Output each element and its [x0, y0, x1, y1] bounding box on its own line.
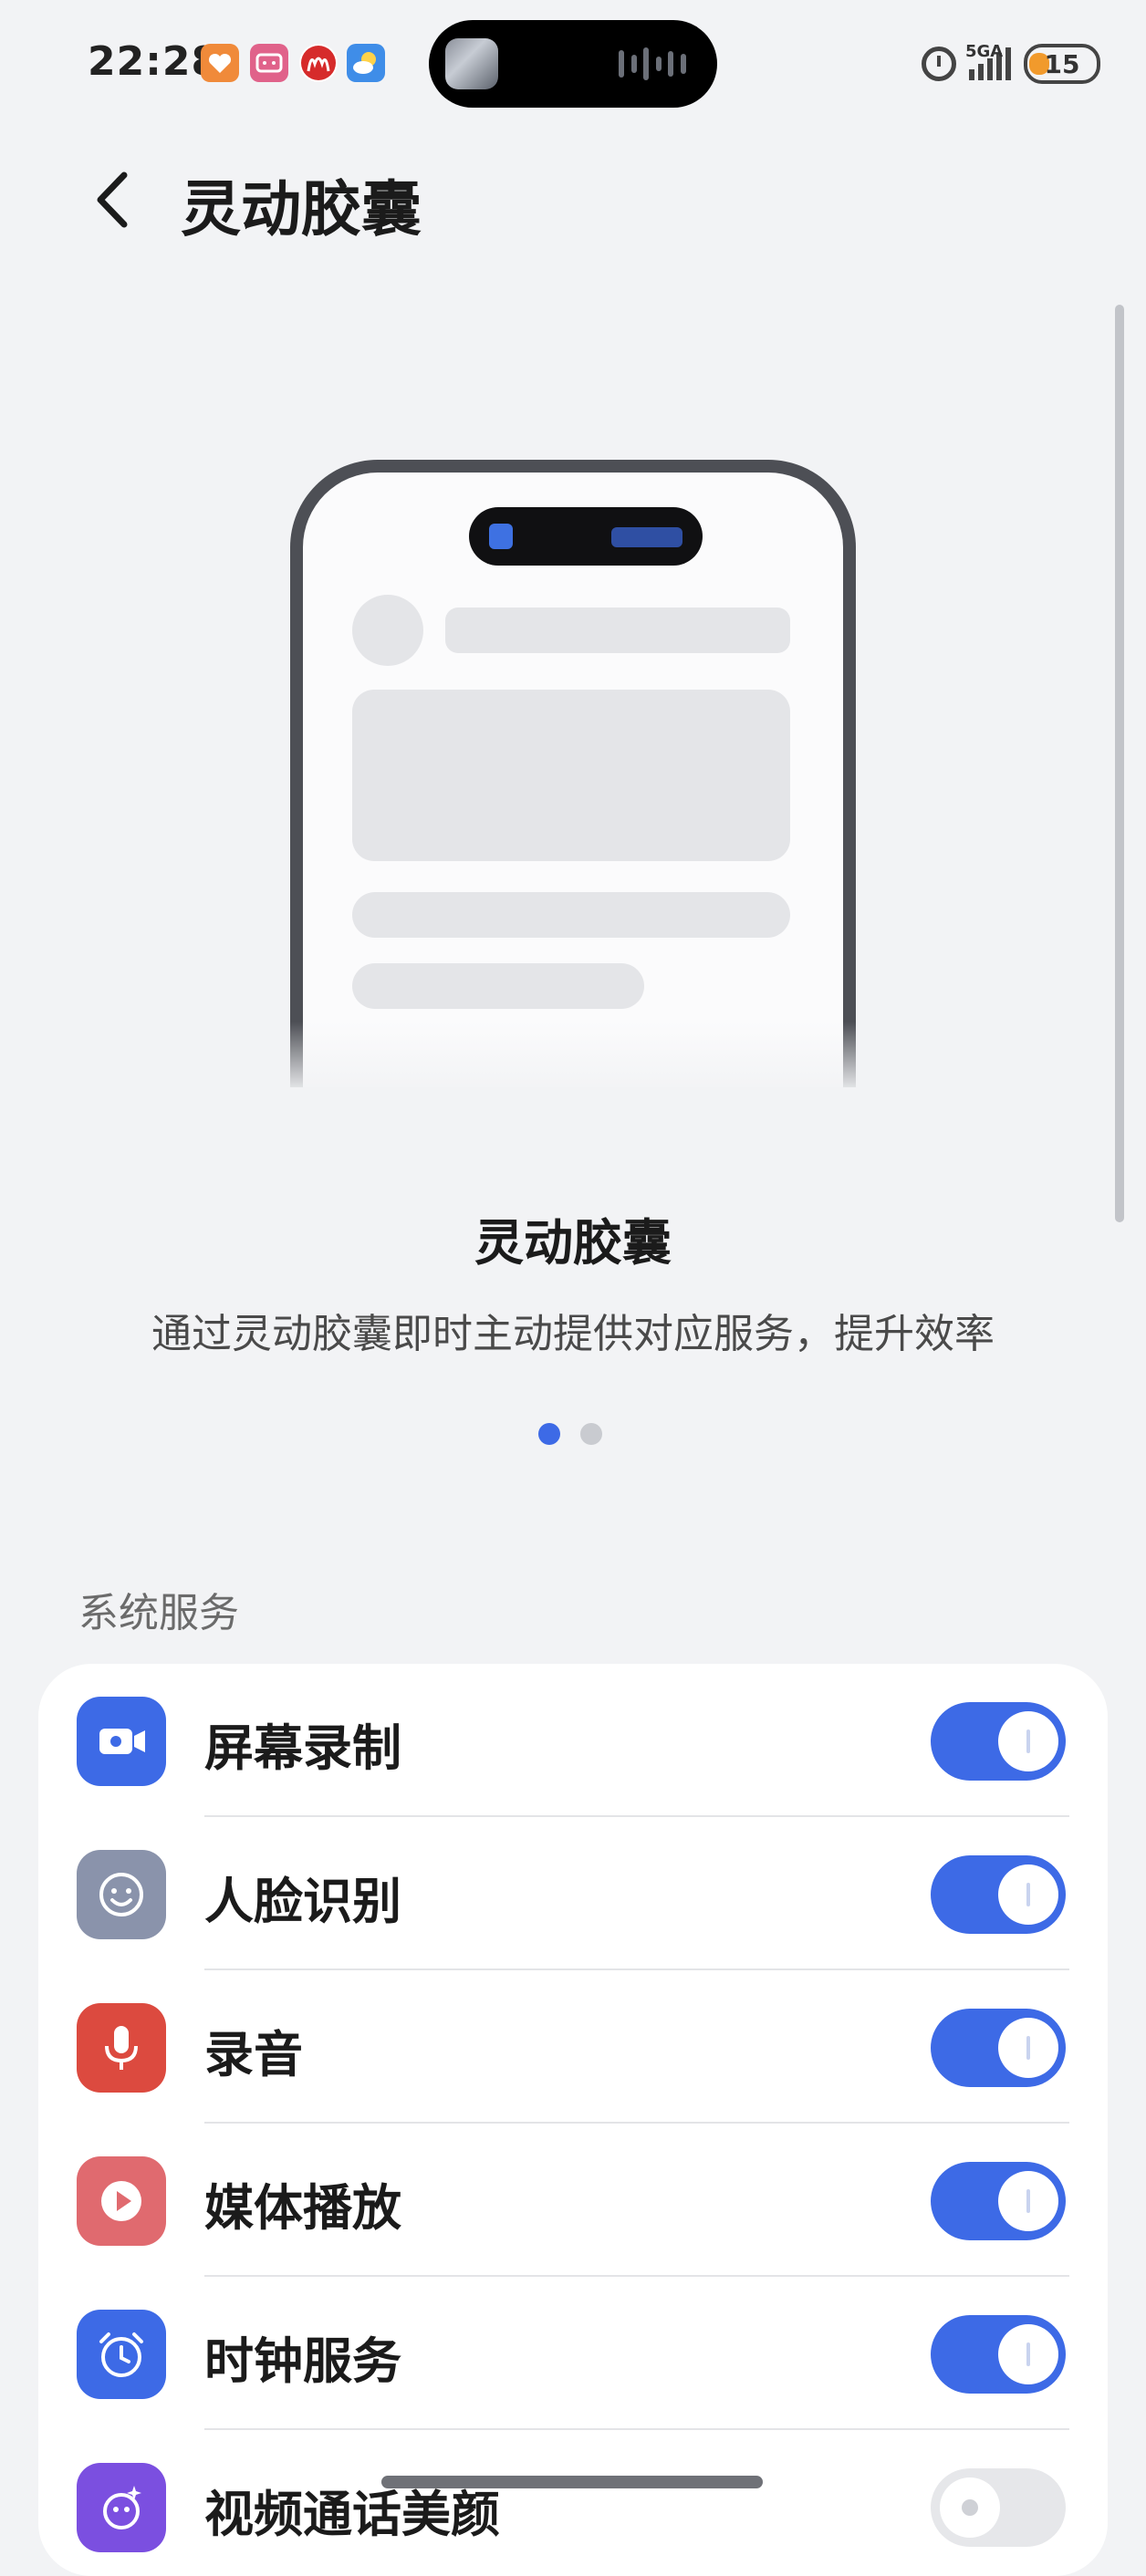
service-row-face-recognition[interactable]: 人脸识别 — [38, 1817, 1108, 1970]
status-bar: 22:28 5GA 15 — [0, 0, 1146, 128]
media-playback-toggle[interactable] — [931, 2162, 1066, 2240]
service-label: 人脸识别 — [204, 1873, 401, 1930]
illustration-fade — [274, 1022, 876, 1095]
face-recognition-toggle[interactable] — [931, 1855, 1066, 1934]
battery-level: 15 — [1044, 48, 1080, 79]
intro-title: 灵动胶囊 — [474, 1214, 672, 1272]
recording-toggle[interactable] — [931, 2009, 1066, 2087]
service-label: 时钟服务 — [204, 2332, 401, 2390]
page-indicator[interactable] — [538, 1423, 602, 1445]
system-status-icons: 5GA 15 — [922, 40, 1100, 88]
heart-app-icon — [201, 44, 239, 82]
service-row-screen-record[interactable]: 屏幕录制 — [38, 1664, 1108, 1817]
capsule-illustration — [469, 507, 703, 566]
signal-icon: 5GA — [965, 42, 1011, 80]
screen-record-icon — [77, 1697, 166, 1786]
alarm-status-icon — [922, 47, 956, 81]
service-row-video-beauty[interactable]: 视频通话美颜 — [38, 2430, 1108, 2576]
beauty-face-icon — [77, 2463, 166, 2552]
chevron-left-icon — [97, 171, 128, 228]
alarm-clock-icon — [77, 2310, 166, 2399]
media-thumbnail — [445, 38, 498, 89]
dynamic-island[interactable] — [429, 20, 717, 108]
service-label: 录音 — [204, 2026, 303, 2083]
page-dot-2[interactable] — [580, 1423, 602, 1445]
media-play-icon — [77, 2156, 166, 2246]
service-label: 媒体播放 — [204, 2179, 401, 2237]
audio-waveform-icon — [619, 47, 686, 80]
service-row-clock[interactable]: 时钟服务 — [38, 2277, 1108, 2430]
back-button[interactable] — [88, 168, 142, 232]
service-row-media-playback[interactable]: 媒体播放 — [38, 2124, 1108, 2277]
battery-icon: 15 — [1024, 44, 1100, 84]
face-recognition-icon — [77, 1850, 166, 1939]
weather-app-icon — [347, 44, 385, 82]
page-dot-1[interactable] — [538, 1423, 560, 1445]
microphone-icon — [77, 2003, 166, 2093]
home-indicator[interactable] — [381, 2476, 763, 2488]
services-card: 屏幕录制 人脸识别 录音 媒体播放 时钟服务 视频通话美颜 — [38, 1664, 1108, 2576]
network-type-label: 5GA — [965, 42, 1004, 61]
scrollbar[interactable] — [1115, 305, 1124, 1222]
service-row-recording[interactable]: 录音 — [38, 1970, 1108, 2124]
screen-record-toggle[interactable] — [931, 1702, 1066, 1781]
video-beauty-toggle[interactable] — [931, 2468, 1066, 2547]
bilibili-app-icon — [250, 44, 288, 82]
page-title: 灵动胶囊 — [181, 174, 422, 244]
section-title: 系统服务 — [78, 1590, 239, 1636]
service-label: 屏幕录制 — [204, 1719, 401, 1777]
intro-description: 通过灵动胶囊即时主动提供对应服务，提升效率 — [151, 1311, 995, 1357]
phone-illustration — [290, 460, 856, 1087]
clock-service-toggle[interactable] — [931, 2315, 1066, 2394]
mcdonalds-app-icon — [299, 44, 338, 82]
